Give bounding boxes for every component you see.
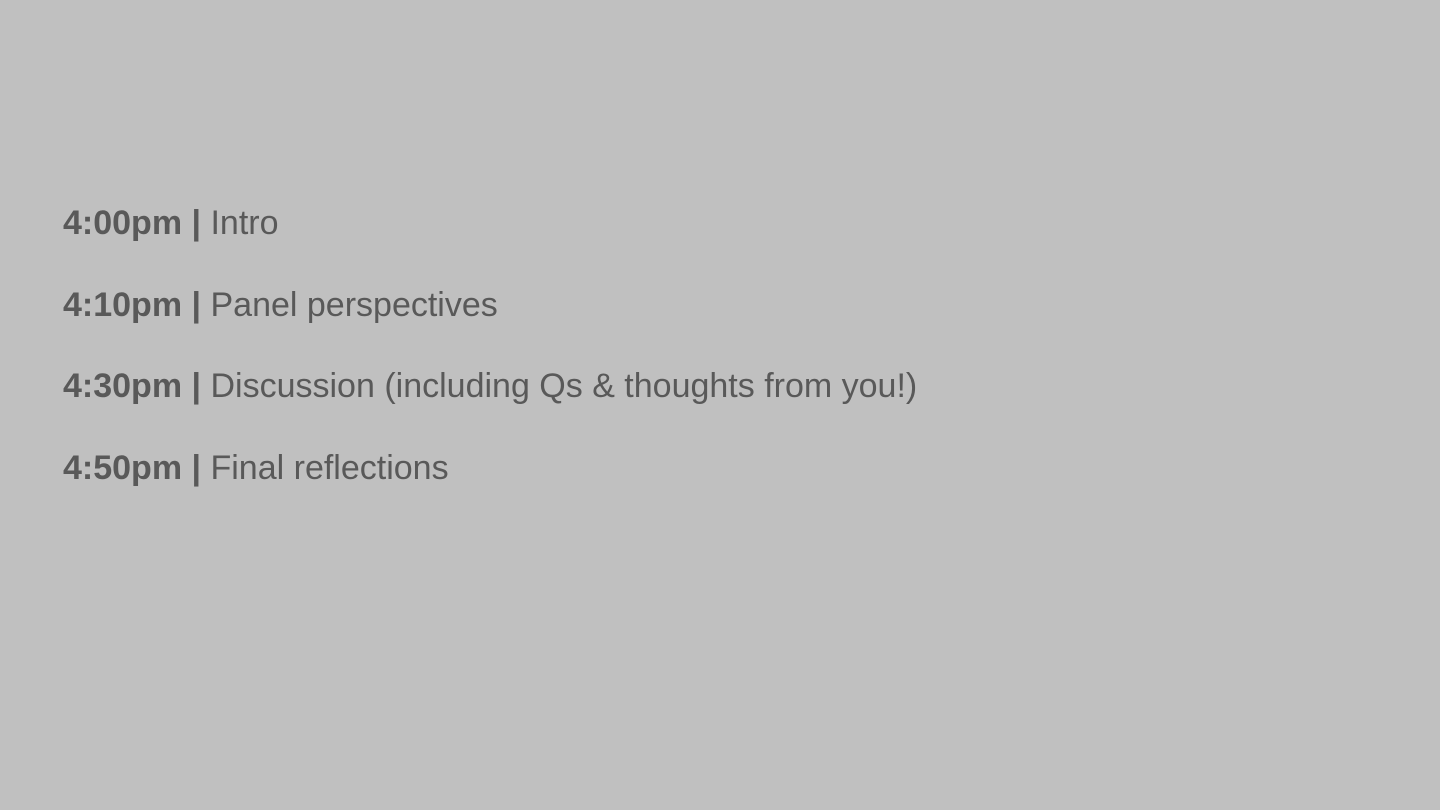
agenda-title: Final reflections (210, 448, 449, 487)
agenda-item: 4:00pm | Intro (63, 196, 917, 250)
agenda-time: 4:10pm (63, 285, 183, 324)
agenda-list: 4:00pm | Intro 4:10pm | Panel perspectiv… (63, 196, 917, 522)
agenda-item: 4:10pm | Panel perspectives (63, 278, 917, 332)
agenda-separator: | (191, 204, 202, 242)
agenda-title: Panel perspectives (210, 285, 498, 324)
agenda-item: 4:30pm | Discussion (including Qs & thou… (63, 359, 917, 413)
agenda-title: Discussion (including Qs & thoughts from… (210, 367, 918, 405)
agenda-item: 4:50pm | Final reflections (63, 441, 917, 495)
agenda-separator: | (191, 285, 202, 324)
agenda-time: 4:30pm (63, 367, 183, 405)
agenda-title: Intro (210, 204, 279, 242)
agenda-separator: | (191, 367, 202, 405)
agenda-time: 4:00pm (63, 204, 183, 242)
agenda-time: 4:50pm (63, 448, 183, 487)
agenda-separator: | (191, 448, 202, 487)
